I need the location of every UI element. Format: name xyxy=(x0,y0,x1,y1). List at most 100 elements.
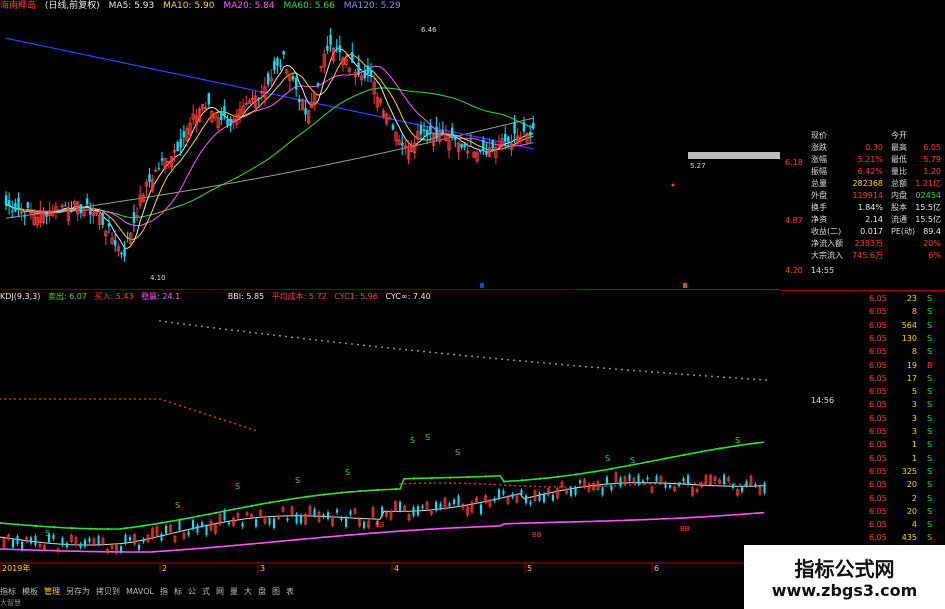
toolbar-tab[interactable]: 大 xyxy=(244,587,252,596)
tick-direction: S xyxy=(927,413,933,423)
candle-body xyxy=(491,139,494,149)
candle-body xyxy=(107,223,111,227)
avg-cost-dot xyxy=(629,484,631,486)
toolbar-tab[interactable]: 拷贝到 xyxy=(96,587,120,596)
cyc-inf-dot xyxy=(423,350,425,353)
toolbar-tab[interactable]: 指标 xyxy=(0,587,16,596)
avg-cost-dot xyxy=(614,484,616,487)
mini-candle-body xyxy=(498,489,500,499)
avg-cost-dot xyxy=(0,398,1,400)
quote-row: 涨幅 5.21% 最低 5.79 xyxy=(781,154,945,166)
tick-direction: S xyxy=(927,440,933,450)
indicator-chart[interactable]: S S S S S S S S S S S BB BB BB 2019年 2 3 4 5 6 xyxy=(0,303,780,573)
cyc-inf-dot xyxy=(441,352,443,355)
tick-row: 6.05 23 S xyxy=(781,292,945,305)
mini-candle-body xyxy=(399,502,401,511)
sell-signal-marker: S xyxy=(410,436,415,445)
toolbar-tab[interactable]: 指 xyxy=(160,587,168,596)
cyc-inf-dot xyxy=(159,320,161,322)
cyc-inf-dot xyxy=(675,372,677,375)
toolbar-tab[interactable]: 管理 xyxy=(44,587,60,596)
indicator-name[interactable]: KDJ(9,3,3) xyxy=(0,292,40,301)
toolbar-tab[interactable]: 式 xyxy=(202,587,210,596)
sell-band-dot xyxy=(466,475,470,479)
tick-row: 6.05 8 S xyxy=(781,305,945,318)
tick-time: 14:55 xyxy=(811,266,835,275)
avg-cost-dot xyxy=(249,427,251,430)
cyc-inf-dot xyxy=(639,370,641,372)
tick-direction: S xyxy=(927,320,933,330)
cyc-inf-dot xyxy=(711,375,713,378)
sell-band-dot xyxy=(718,447,722,450)
bbi-value: BBI: 5.85 xyxy=(227,292,265,301)
sell-signal-marker: S xyxy=(735,436,740,445)
tick-row: 6.05 325 S xyxy=(781,465,945,478)
mini-candle-body xyxy=(286,518,289,521)
sell-band-dot xyxy=(250,504,254,508)
cyc-inf-dot xyxy=(615,368,617,371)
avg-cost-dot xyxy=(39,398,41,400)
tick-direction: S xyxy=(927,520,933,530)
sell-signal-marker: S xyxy=(175,501,180,510)
sell-band-dot xyxy=(700,450,704,453)
toolbar-tab[interactable]: 盘 xyxy=(258,587,266,596)
stock-chart-window: 6.46 4.10 5.27 S S S S S S S S S S S BB BB BB 2019年 2 3 4 5 6… xyxy=(0,0,945,609)
cyc-inf-dot xyxy=(321,339,323,342)
cyc-inf-dot xyxy=(315,339,317,341)
avg-cost-dot xyxy=(214,416,216,419)
toolbar-tab[interactable]: 网 xyxy=(216,587,224,596)
candle-body xyxy=(257,97,260,99)
toolbar-tab[interactable]: 模板 xyxy=(22,587,38,596)
cyc-inf-dot xyxy=(567,364,569,366)
buy-signal-marker: BB xyxy=(532,531,542,539)
ma120-value: MA120: 5.29 xyxy=(343,1,401,11)
cyc-inf-dot xyxy=(729,376,731,379)
period-label[interactable]: (日线,前复权) xyxy=(45,1,100,11)
candle-body xyxy=(226,119,229,126)
toolbar-tab[interactable]: 标 xyxy=(174,587,182,596)
avg-cost-dot xyxy=(544,485,546,488)
tick-price: 6.05 xyxy=(869,493,887,503)
mini-candle-body xyxy=(124,534,127,544)
mini-candle-body xyxy=(120,546,122,553)
candle-body xyxy=(11,210,14,212)
tick-direction: S xyxy=(927,387,933,397)
candle-body xyxy=(304,108,307,115)
watermark-url: www.zbgs3.com xyxy=(771,581,918,600)
candle-body xyxy=(522,122,526,132)
quote-row: 现价 今开 xyxy=(781,130,945,142)
mini-candle-body xyxy=(619,477,622,487)
quote-row: 净资 2.14 流通 15.5亿 xyxy=(781,214,945,226)
cyc-inf-dot xyxy=(447,353,449,355)
avg-cost-dot xyxy=(149,398,151,400)
high-price-label: 6.46 xyxy=(421,26,437,34)
month-axis-label: 4 xyxy=(394,564,399,573)
avg-cost-dot xyxy=(539,485,541,488)
avg-cost-dot xyxy=(599,485,601,488)
mini-candle-body xyxy=(336,509,338,513)
kline-chart[interactable]: 6.46 4.10 5.27 xyxy=(0,12,780,290)
avg-cost-dot xyxy=(439,482,441,484)
toolbar-tab[interactable]: 公 xyxy=(188,587,196,596)
tick-row: 6.05 20 S xyxy=(781,505,945,518)
toolbar-tab[interactable]: 图 xyxy=(272,587,280,596)
quote-value: 5.21% xyxy=(857,155,883,164)
tick-volume: 17 xyxy=(906,373,917,383)
candle-body xyxy=(463,144,466,148)
sell-band-dot xyxy=(286,498,290,501)
cyc-inf-dot xyxy=(387,346,389,349)
stock-name[interactable]: 海南椰岛 xyxy=(0,1,36,11)
cyc-inf-dot xyxy=(693,374,695,376)
cyc-inf-dot xyxy=(177,322,179,325)
toolbar-tab[interactable]: MAVOL xyxy=(126,587,154,596)
quote-label: 最低 xyxy=(891,155,907,164)
event-marker xyxy=(480,283,484,288)
candle-body xyxy=(179,138,182,148)
toolbar-tab[interactable]: 量 xyxy=(230,587,238,596)
quote-value: 6.05 xyxy=(923,143,941,152)
toolbar-tab[interactable]: 表 xyxy=(286,587,294,596)
mini-candle-body xyxy=(552,494,554,501)
avg-cost-dot xyxy=(34,398,36,400)
toolbar-tab[interactable]: 另存为 xyxy=(66,587,90,596)
indicator-header: KDJ(9,3,3) 卖出: 6.07 买入: 5.43 稳赢: 24.1 BB… xyxy=(0,291,436,303)
